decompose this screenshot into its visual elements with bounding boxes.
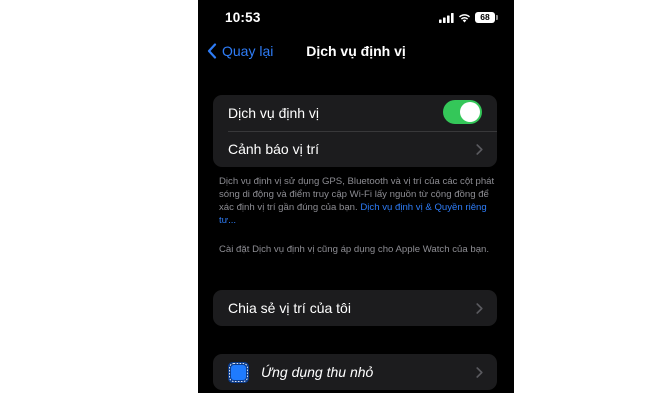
- app-clips-label: Ứng dụng thu nhỏ: [261, 364, 374, 380]
- wifi-icon: [459, 14, 470, 23]
- apple-watch-footnote: Cài đặt Dịch vụ định vị cũng áp dụng cho…: [219, 244, 490, 255]
- app-clips-icon: [228, 361, 249, 383]
- share-my-location-label: Chia sẻ vị trí của tôi: [228, 300, 351, 316]
- cellular-signal-icon: [439, 13, 454, 23]
- phone-screen: 10:53 68 Quay lại Dịch vụ định vị Dịch v…: [198, 0, 514, 393]
- location-alerts-row[interactable]: Cảnh báo vị trí: [213, 131, 497, 167]
- status-bar: 10:53 68: [198, 0, 514, 36]
- location-alerts-label: Cảnh báo vị trí: [228, 141, 320, 157]
- chevron-right-icon: [476, 302, 483, 314]
- battery-level: 68: [480, 12, 490, 22]
- location-services-label: Dịch vụ định vị: [228, 105, 320, 121]
- battery-icon: 68: [475, 12, 495, 23]
- app-clips-row[interactable]: Ứng dụng thu nhỏ: [213, 354, 497, 390]
- location-description-footnote: Dịch vụ định vị sử dụng GPS, Bluetooth v…: [219, 175, 499, 227]
- chevron-right-icon: [476, 143, 483, 155]
- share-location-group: Chia sẻ vị trí của tôi: [213, 290, 497, 326]
- chevron-right-icon: [476, 366, 483, 378]
- battery-cap: [496, 15, 498, 20]
- location-settings-group: Dịch vụ định vị Cảnh báo vị trí: [213, 95, 497, 167]
- location-services-toggle[interactable]: [443, 100, 482, 124]
- share-my-location-row[interactable]: Chia sẻ vị trí của tôi: [213, 290, 497, 326]
- location-services-row: Dịch vụ định vị: [213, 95, 497, 131]
- toggle-knob: [460, 102, 480, 122]
- page-title: Dịch vụ định vị: [306, 43, 406, 59]
- apps-group: Ứng dụng thu nhỏ: [213, 354, 497, 390]
- status-time: 10:53: [225, 10, 261, 25]
